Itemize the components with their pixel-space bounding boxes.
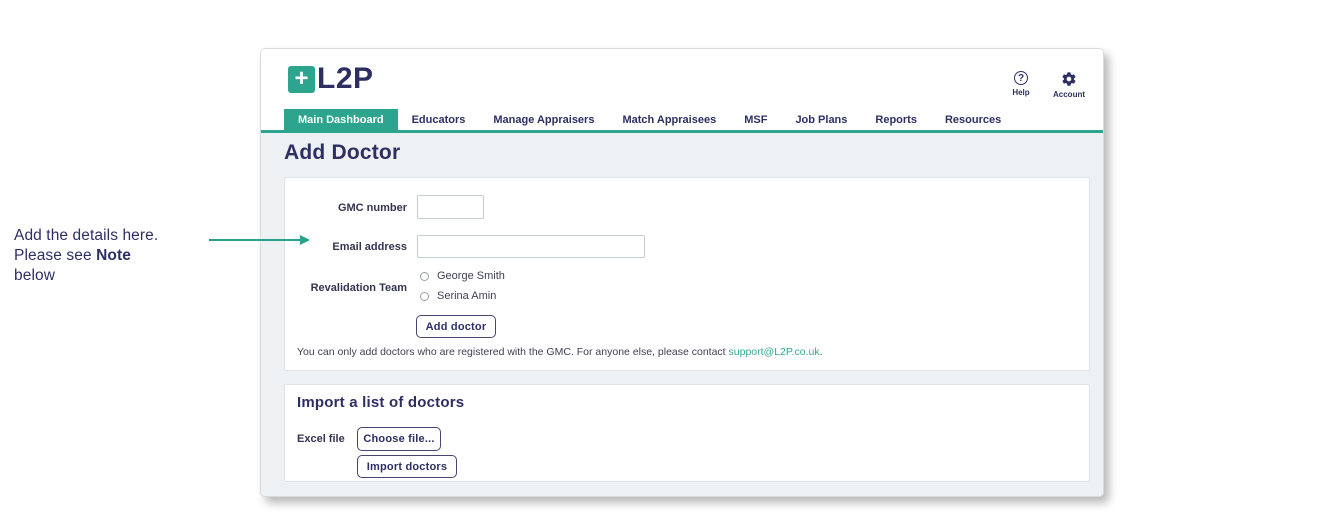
radio-label: George Smith [437,270,505,282]
radio-icon[interactable] [420,272,429,281]
account-label: Account [1053,90,1085,99]
account-button[interactable]: Account [1051,71,1087,99]
radio-option-serina-amin[interactable]: Serina Amin [420,290,496,302]
email-address-label: Email address [297,241,407,253]
tab-resources[interactable]: Resources [931,109,1015,130]
gmc-number-label: GMC number [297,202,407,214]
annotation-line-1: Add the details here. [14,226,158,246]
import-doctors-button[interactable]: Import doctors [357,455,457,478]
tab-match-appraisees[interactable]: Match Appraisees [608,109,730,130]
tab-educators[interactable]: Educators [398,109,480,130]
l2p-logo: + L2P [288,62,374,96]
gmc-note: You can only add doctors who are registe… [297,346,822,358]
tab-manage-appraisers[interactable]: Manage Appraisers [479,109,608,130]
add-doctor-button[interactable]: Add doctor [416,315,496,338]
annotation-arrow [209,239,301,241]
page-title: Add Doctor [284,141,400,165]
tab-main-dashboard[interactable]: Main Dashboard [284,109,398,130]
help-button[interactable]: ? Help [1003,71,1039,99]
header-actions: ? Help Account [1003,71,1087,99]
revalidation-team-label: Revalidation Team [297,282,407,294]
import-doctors-card: Import a list of doctors Excel file Choo… [284,384,1090,482]
radio-option-george-smith[interactable]: George Smith [420,270,505,282]
tab-msf[interactable]: MSF [730,109,781,130]
annotation-line-2: Please see Note [14,246,158,266]
excel-file-label: Excel file [297,433,345,445]
support-email-link[interactable]: support@L2P.co.uk [729,346,820,358]
annotation-line-3: below [14,266,158,286]
logo-text: L2P [317,62,374,96]
help-label: Help [1012,88,1029,97]
app-header: + L2P ? Help Account [261,49,1103,109]
radio-label: Serina Amin [437,290,496,302]
main-nav: Main Dashboard Educators Manage Appraise… [284,109,1015,130]
add-doctor-card: GMC number Email address Revalidation Te… [284,177,1090,371]
choose-file-button[interactable]: Choose file... [357,427,441,451]
tab-job-plans[interactable]: Job Plans [781,109,861,130]
note-suffix: . [820,346,823,358]
radio-icon[interactable] [420,292,429,301]
page-content: Add Doctor GMC number Email address Reva… [261,133,1103,497]
note-text: You can only add doctors who are registe… [297,346,729,358]
gear-icon [1061,71,1077,87]
app-window: + L2P ? Help Account Main Dashboard Educ… [260,48,1104,497]
gmc-number-input[interactable] [417,195,484,219]
email-address-input[interactable] [417,235,645,258]
tab-reports[interactable]: Reports [861,109,931,130]
logo-plus-icon: + [288,66,315,93]
help-icon: ? [1014,71,1028,85]
annotation-note-word: Note [96,247,131,264]
annotation-text: Add the details here. Please see Note be… [14,226,158,286]
import-section-title: Import a list of doctors [297,394,464,411]
